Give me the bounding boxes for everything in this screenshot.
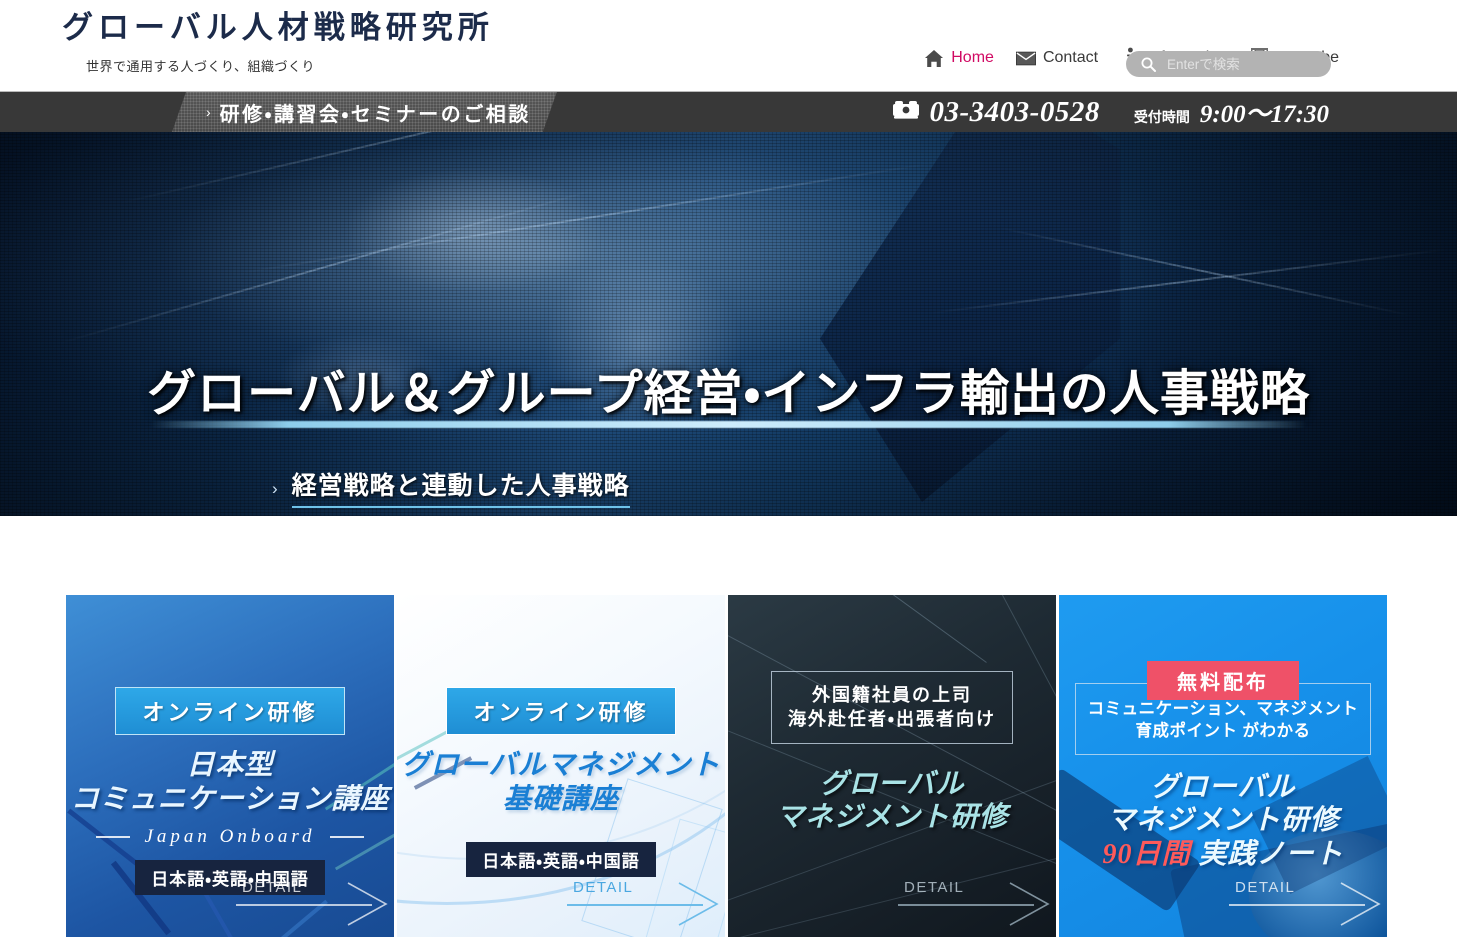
- arrow-right-icon: [677, 881, 721, 927]
- search-icon: [1138, 53, 1158, 75]
- nav-item-contact[interactable]: Contact: [1016, 47, 1098, 69]
- hero-bullet-item-1[interactable]: › 経営戦略と連動した人事戦略: [272, 466, 1219, 508]
- nav-item-home-label: Home: [951, 49, 994, 67]
- phone-group: 03-3403-0528 受付時間 9:00〜17:30: [892, 92, 1329, 132]
- card-title: グローバルマネジメント 基礎講座: [402, 749, 721, 816]
- promo-card-global-management-training[interactable]: 外国籍社員の上司 海外赴任者・出張者向け グローバル マネジメント研修 DETA…: [728, 595, 1056, 937]
- card-audience-note: 外国籍社員の上司 海外赴任者・出張者向け: [771, 671, 1013, 744]
- home-icon: [924, 47, 944, 69]
- phone-number: 03-3403-0528: [930, 96, 1100, 129]
- card-title-line1: 日本型: [71, 749, 389, 783]
- nav-item-contact-label: Contact: [1043, 49, 1098, 67]
- hero-headline-underline: [150, 421, 1307, 428]
- telephone-icon: [892, 100, 920, 125]
- card-title-line3: 90日間 実践ノート: [1102, 838, 1343, 872]
- seminar-consultation-label: 研修・講習会・セミナーのご相談: [220, 98, 531, 127]
- site-logo[interactable]: グローバル人材戦略研究所 世界で通用する人づくり、組織づくり: [62, 2, 494, 75]
- site-header: グローバル人材戦略研究所 世界で通用する人づくり、組織づくり Home Cont…: [0, 0, 1457, 92]
- card-title-line2: 基礎講座: [402, 783, 721, 817]
- card-title-line2: コミュニケーション講座: [71, 783, 389, 817]
- card-detail-link[interactable]: DETAIL: [194, 879, 390, 925]
- card-title-line1: グローバル: [776, 768, 1008, 802]
- card-title: グローバル マネジメント研修 90日間 実践ノート: [1102, 771, 1343, 872]
- card-title-line2: マネジメント研修: [1102, 804, 1343, 838]
- hero-banner: グローバル＆グループ経営・インフラ輸出の人事戦略 › 経営戦略と連動した人事戦略…: [0, 132, 1457, 516]
- promo-card-japan-onboard[interactable]: オンライン研修 日本型 コミュニケーション講座 Japan Onboard 日本…: [66, 595, 394, 937]
- card-title-line1: グローバルマネジメント: [402, 749, 721, 783]
- business-hours: 受付時間 9:00〜17:30: [1134, 94, 1329, 130]
- arrow-right-icon: [1339, 881, 1383, 927]
- card-detail-label: DETAIL: [573, 879, 633, 896]
- business-hours-value: 9:00〜17:30: [1200, 94, 1329, 130]
- contact-bar: › 研修・講習会・セミナーのご相談 03-3403-0528 受付時間 9:00…: [0, 92, 1457, 132]
- seminar-consultation-button[interactable]: › 研修・講習会・セミナーのご相談: [172, 92, 557, 132]
- card-language-tag: 日本語・英語・中国語: [466, 842, 656, 877]
- logo-title: グローバル人材戦略研究所: [62, 2, 494, 47]
- promo-card-global-management-basic[interactable]: オンライン研修 グローバルマネジメント 基礎講座 日本語・英語・中国語 DETA…: [397, 595, 725, 937]
- card-title: 日本型 コミュニケーション講座: [71, 749, 389, 816]
- card-title-line2: マネジメント研修: [776, 801, 1008, 835]
- card-badge: オンライン研修: [115, 687, 344, 735]
- card-detail-link[interactable]: DETAIL: [856, 879, 1052, 925]
- arrow-right-icon: [346, 881, 390, 927]
- card-detail-label: DETAIL: [242, 879, 302, 896]
- card-audience-note-line2: 海外赴任者・出張者向け: [788, 707, 996, 731]
- arrow-right-icon: [1008, 881, 1052, 927]
- nav-item-home[interactable]: Home: [924, 47, 994, 69]
- card-title-line1: グローバル: [1102, 771, 1343, 805]
- card-badge: オンライン研修: [446, 687, 675, 735]
- hero-bullet-label: 経営戦略と連動した人事戦略: [292, 466, 630, 508]
- card-benefit-note-line1: コミュニケーション、マネジメント: [1088, 698, 1359, 720]
- chevron-right-icon: ›: [272, 480, 278, 497]
- promo-card-grid: オンライン研修 日本型 コミュニケーション講座 Japan Onboard 日本…: [66, 595, 1391, 937]
- card-detail-link[interactable]: DETAIL: [1187, 879, 1383, 925]
- card-title-line3-rest: 実践ノート: [1191, 839, 1344, 870]
- card-benefit-note-line2: 育成ポイント がわかる: [1088, 720, 1359, 742]
- business-hours-label: 受付時間: [1134, 107, 1190, 127]
- search-input[interactable]: [1167, 57, 1317, 72]
- promo-card-90day-practice-note[interactable]: 無料配布 コミュニケーション、マネジメント 育成ポイント がわかる グローバル …: [1059, 595, 1387, 937]
- hero-headline: グローバル＆グループ経営・インフラ輸出の人事戦略: [0, 354, 1457, 425]
- card-detail-label: DETAIL: [904, 879, 964, 896]
- phone-block[interactable]: 03-3403-0528: [892, 96, 1100, 129]
- card-title-accent: 90日間: [1102, 839, 1190, 870]
- logo-tagline: 世界で通用する人づくり、組織づくり: [86, 56, 494, 75]
- card-audience-note-line1: 外国籍社員の上司: [788, 683, 996, 707]
- card-free-badge: 無料配布: [1147, 661, 1299, 700]
- hero-vignette: [0, 132, 1457, 516]
- card-title: グローバル マネジメント研修: [776, 768, 1008, 835]
- chevron-right-icon: ›: [206, 105, 211, 119]
- search-box[interactable]: [1126, 51, 1331, 77]
- card-subtitle: Japan Onboard: [96, 826, 363, 848]
- card-detail-link[interactable]: DETAIL: [525, 879, 721, 925]
- hero-bullet-list: › 経営戦略と連動した人事戦略 › 人事制度・人材育成体系構築・ユニバーサルデザ…: [272, 466, 1219, 516]
- card-detail-label: DETAIL: [1235, 879, 1295, 896]
- mail-icon: [1016, 47, 1036, 69]
